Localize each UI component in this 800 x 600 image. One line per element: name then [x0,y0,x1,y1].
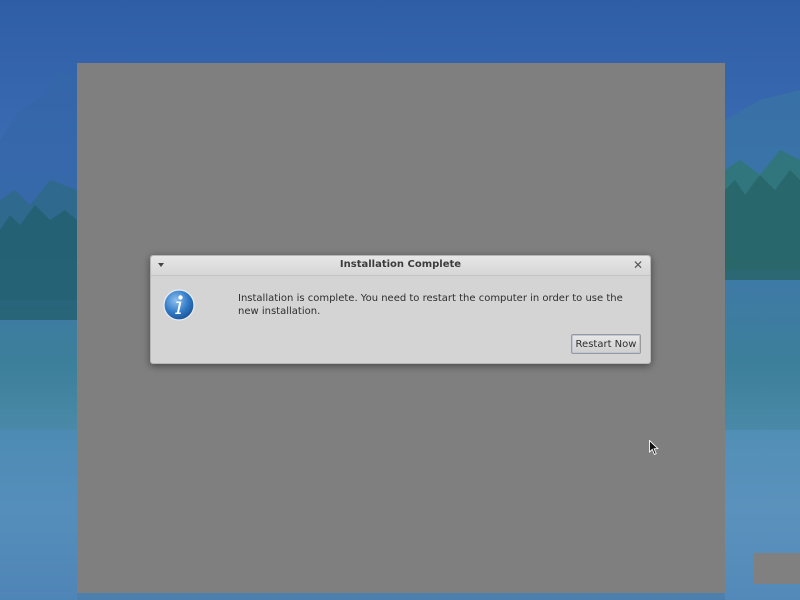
restart-now-button[interactable]: Restart Now [571,334,641,354]
dialog-message: Installation is complete. You need to re… [238,293,623,317]
dialog-title: Installation Complete [339,259,462,270]
close-icon[interactable]: ✕ [632,258,644,272]
installation-complete-dialog: Installation Complete ✕ Installation is … [150,255,651,364]
info-icon [163,289,195,321]
mouse-pointer-icon [649,440,659,455]
corner-panel [754,553,800,584]
dialog-titlebar[interactable]: Installation Complete ✕ [151,256,650,276]
